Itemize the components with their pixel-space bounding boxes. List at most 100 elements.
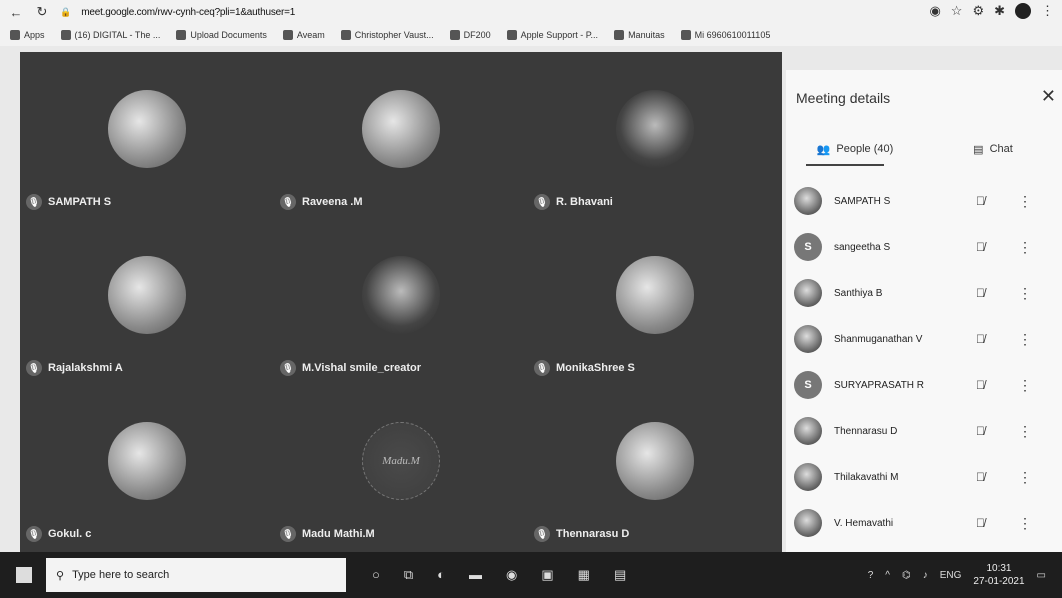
chrome-icon[interactable]: ◉ <box>506 567 517 583</box>
participant-avatar <box>616 422 694 500</box>
mic-off-icon: 🎙 <box>534 360 550 376</box>
extension-icon[interactable]: ⚙ <box>972 3 984 19</box>
clock[interactable]: 10:31 27-01-2021 <box>973 562 1024 588</box>
browser-address-bar: ← ↻ 🔒 meet.google.com/rwv-cynh-ceq?pli=1… <box>0 0 1062 24</box>
system-tray: ? ^ ⌬ ♪ ENG 10:31 27-01-2021 ▭ <box>868 552 1046 598</box>
list-item[interactable]: S SURYAPRASATH R 🎙̸ ⋮ <box>786 362 1062 408</box>
list-item[interactable]: Thilakavathi M 🎙̸ ⋮ <box>786 454 1062 500</box>
apps-icon <box>10 30 20 40</box>
more-options-icon[interactable]: ⋮ <box>1018 515 1032 532</box>
taskbar-search-input[interactable]: ⚲ Type here to search <box>46 558 346 592</box>
participant-tile[interactable]: 🎙 R. Bhavani <box>528 52 782 218</box>
list-item[interactable]: S sangeetha S 🎙̸ ⋮ <box>786 224 1062 270</box>
participant-name: Raveena .M <box>302 196 363 208</box>
list-item[interactable]: V. Hemavathi 🎙̸ ⋮ <box>786 500 1062 546</box>
taskbar: ⚲ Type here to search ○ ⧉ ◐ ▬ ◉ ▣ ▦ ▤ ? … <box>0 552 1062 598</box>
mic-off-icon: 🎙̸ <box>976 378 985 392</box>
file-explorer-icon[interactable]: ▬ <box>469 567 482 583</box>
bookmark-item[interactable]: (16) DIGITAL - The ... <box>60 30 160 40</box>
taskbar-apps: ○ ⧉ ◐ ▬ ◉ ▣ ▦ ▤ <box>372 567 626 583</box>
person-name: Thennarasu D <box>834 425 898 437</box>
participant-tile[interactable]: 🎙 MonikaShree S <box>528 218 782 384</box>
bookmark-item[interactable]: DF200 <box>449 30 491 40</box>
more-options-icon[interactable]: ⋮ <box>1018 193 1032 210</box>
participant-tile[interactable]: 🎙 SAMPATH S <box>20 52 274 218</box>
avatar <box>794 187 822 215</box>
mic-off-icon: 🎙̸ <box>976 424 985 438</box>
bookmark-item[interactable]: Manuitas <box>614 30 665 40</box>
person-name: Thilakavathi M <box>834 471 899 483</box>
participant-tile[interactable]: Madu.M 🎙 Madu Mathi.M <box>274 384 528 550</box>
participant-avatar <box>616 90 694 168</box>
meeting-details-panel: Meeting details ✕ 👥 People (40) ▤ Chat S… <box>786 70 1062 562</box>
bookmark-icon <box>449 30 460 40</box>
list-item[interactable]: Thennarasu D 🎙̸ ⋮ <box>786 408 1062 454</box>
lock-icon: 🔒 <box>60 6 72 17</box>
more-options-icon[interactable]: ⋮ <box>1018 469 1032 486</box>
participant-name: R. Bhavani <box>556 196 613 208</box>
camera-icon[interactable]: ◉ <box>929 3 940 19</box>
bookmark-item[interactable]: Christopher Vaust... <box>340 30 434 40</box>
avatar <box>794 417 822 445</box>
participant-name: Rajalakshmi A <box>48 362 123 374</box>
reload-icon[interactable]: ↻ <box>34 4 50 20</box>
url-text[interactable]: meet.google.com/rwv-cynh-ceq?pli=1&authu… <box>81 7 295 18</box>
network-icon[interactable]: ⌬ <box>902 570 911 581</box>
bookmark-icon <box>506 30 517 40</box>
cortana-icon[interactable]: ○ <box>372 567 380 583</box>
windows-start-icon[interactable] <box>16 567 32 583</box>
list-item[interactable]: Santhiya B 🎙̸ ⋮ <box>786 270 1062 316</box>
participant-grid: 🎙 SAMPATH S 🎙 Raveena .M 🎙 R. Bhavani 🎙 Raja… <box>20 52 782 552</box>
chevron-up-icon[interactable]: ^ <box>885 570 890 581</box>
mic-off-icon: 🎙̸ <box>976 240 985 254</box>
avatar <box>794 463 822 491</box>
lang-indicator[interactable]: ENG <box>940 570 962 581</box>
more-options-icon[interactable]: ⋮ <box>1018 423 1032 440</box>
participant-tile[interactable]: 🎙 Gokul. c <box>20 384 274 550</box>
puzzle-icon[interactable]: ✱ <box>994 3 1005 19</box>
volume-icon[interactable]: ♪ <box>923 570 928 581</box>
more-options-icon[interactable]: ⋮ <box>1018 239 1032 256</box>
participant-tile[interactable]: 🎙 Rajalakshmi A <box>20 218 274 384</box>
people-list: SAMPATH S 🎙̸ ⋮ S sangeetha S 🎙̸ ⋮ Santhi… <box>786 178 1062 546</box>
mic-off-icon: 🎙 <box>534 194 550 210</box>
person-name: sangeetha S <box>834 241 891 253</box>
tab-people[interactable]: 👥 People (40) <box>786 132 924 166</box>
list-item[interactable]: SAMPATH S 🎙̸ ⋮ <box>786 178 1062 224</box>
chat-icon: ▤ <box>973 143 984 156</box>
panel-tabs: 👥 People (40) ▤ Chat <box>786 132 1062 166</box>
bookmark-item[interactable]: Apps <box>10 30 45 40</box>
powerpoint-icon[interactable]: ▣ <box>541 567 553 583</box>
avatar: S <box>794 371 822 399</box>
tab-chat[interactable]: ▤ Chat <box>924 132 1062 166</box>
person-name: V. Hemavathi <box>834 517 894 529</box>
bookmark-item[interactable]: Upload Documents <box>176 30 267 40</box>
close-panel-button[interactable]: ✕ <box>1041 86 1056 107</box>
bookmark-item[interactable]: Aveam <box>282 30 325 40</box>
more-options-icon[interactable]: ⋮ <box>1018 377 1032 394</box>
menu-dots-icon[interactable]: ⋮ <box>1041 3 1054 19</box>
list-item[interactable]: Shanmuganathan V 🎙̸ ⋮ <box>786 316 1062 362</box>
bookmark-item[interactable]: Mi 6960610011105 <box>680 30 770 40</box>
person-name: SAMPATH S <box>834 195 891 207</box>
mic-off-icon: 🎙̸ <box>976 194 985 208</box>
notifications-icon[interactable]: ▭ <box>1037 570 1046 581</box>
back-icon[interactable]: ← <box>8 5 24 20</box>
participant-tile[interactable]: 🎙 Thennarasu D <box>528 384 782 550</box>
excel-icon[interactable]: ▦ <box>578 567 590 583</box>
word-icon[interactable]: ▤ <box>614 567 626 583</box>
participant-tile[interactable]: 🎙 M.Vishal smile_creator <box>274 218 528 384</box>
task-view-icon[interactable]: ⧉ <box>404 567 413 583</box>
more-options-icon[interactable]: ⋮ <box>1018 285 1032 302</box>
more-options-icon[interactable]: ⋮ <box>1018 331 1032 348</box>
participant-tile[interactable]: 🎙 Raveena .M <box>274 52 528 218</box>
profile-avatar[interactable] <box>1015 3 1031 19</box>
edge-icon[interactable]: ◐ <box>437 567 445 583</box>
mic-off-icon: 🎙 <box>280 194 296 210</box>
bookmark-item[interactable]: Apple Support - P... <box>506 30 598 40</box>
star-icon[interactable]: ☆ <box>951 3 963 19</box>
participant-name: M.Vishal smile_creator <box>302 362 422 374</box>
mic-off-icon: 🎙̸ <box>976 286 985 300</box>
participant-avatar <box>362 90 440 168</box>
help-icon[interactable]: ? <box>868 570 874 581</box>
